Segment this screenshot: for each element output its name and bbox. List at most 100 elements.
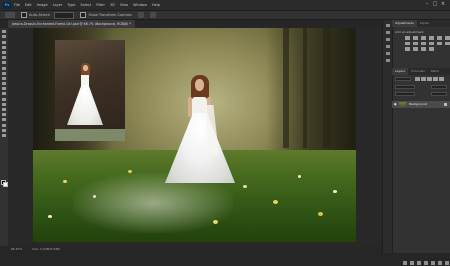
brightness-contrast-icon[interactable] (405, 36, 410, 40)
swatches-icon[interactable] (385, 59, 390, 62)
layer-style-icon[interactable] (410, 260, 414, 265)
tab-layers[interactable]: Layers (392, 68, 408, 75)
menu-window[interactable]: Window (133, 3, 147, 7)
filter-smart-icon[interactable] (439, 77, 444, 81)
transform-controls-label: Show Transform Controls (88, 13, 132, 17)
marquee-tool-icon[interactable] (2, 35, 6, 39)
menu-filter[interactable]: Filter (96, 3, 105, 7)
healing-brush-tool-icon[interactable] (2, 61, 6, 65)
right-panels: Adjustments Styles Add an adjustment Lay… (382, 20, 450, 265)
clone-stamp-tool-icon[interactable] (2, 71, 6, 75)
tree-trunk (323, 28, 331, 148)
menu-type[interactable]: Type (67, 3, 75, 7)
invert-icon[interactable] (445, 41, 450, 45)
photo-filter-icon[interactable] (421, 41, 426, 45)
zoom-level[interactable]: 66.67% (11, 247, 22, 251)
tab-adjustments[interactable]: Adjustments (392, 20, 417, 27)
vibrance-icon[interactable] (437, 36, 442, 40)
levels-icon[interactable] (413, 36, 418, 40)
menu-help[interactable]: Help (152, 3, 160, 7)
properties-icon[interactable] (385, 31, 390, 34)
fill-field[interactable] (431, 92, 447, 96)
lasso-tool-icon[interactable] (2, 40, 6, 44)
new-adjustment-icon[interactable] (424, 260, 428, 265)
image-canvas[interactable] (33, 28, 356, 242)
curves-icon[interactable] (421, 36, 426, 40)
delete-layer-icon[interactable] (445, 260, 449, 265)
shape-tool-icon[interactable] (2, 118, 6, 122)
path-select-tool-icon[interactable] (2, 113, 6, 117)
color-balance-icon[interactable] (405, 41, 410, 45)
more-tools-icon[interactable] (2, 133, 6, 137)
zoom-tool-icon[interactable] (2, 128, 6, 132)
auto-select-dropdown[interactable] (54, 11, 75, 19)
gradient-tool-icon[interactable] (2, 87, 6, 91)
pen-tool-icon[interactable] (2, 102, 6, 106)
menu-edit[interactable]: Edit (25, 3, 32, 7)
brush-tool-icon[interactable] (2, 66, 6, 70)
blur-tool-icon[interactable] (2, 92, 6, 96)
auto-select-checkbox[interactable] (21, 12, 27, 18)
minimize-icon[interactable]: – (424, 1, 430, 8)
posterize-icon[interactable] (405, 47, 410, 51)
doc-size: Doc: 5.93M/5.93M (32, 247, 60, 251)
layer-thumbnail (399, 102, 406, 107)
exposure-icon[interactable] (429, 36, 434, 40)
hand-tool-icon[interactable] (2, 123, 6, 127)
tab-styles[interactable]: Styles (417, 20, 432, 27)
filter-shape-icon[interactable] (433, 77, 438, 81)
character-icon[interactable] (385, 38, 390, 41)
channel-mixer-icon[interactable] (429, 41, 434, 45)
filter-pixel-icon[interactable] (415, 77, 420, 81)
move-tool-preset-icon[interactable] (5, 12, 15, 18)
paragraph-icon[interactable] (385, 45, 390, 48)
threshold-icon[interactable] (413, 47, 418, 51)
layer-filter-dropdown[interactable] (395, 77, 411, 81)
tab-paths[interactable]: Paths (428, 68, 442, 75)
history-icon[interactable] (385, 24, 390, 27)
link-layers-icon[interactable] (403, 260, 407, 265)
filter-type-icon[interactable] (427, 77, 432, 81)
menu-select[interactable]: Select (80, 3, 91, 7)
layers-tab-strip: Layers Channels Paths (392, 68, 450, 75)
menu-view[interactable]: View (120, 3, 128, 7)
menu-file[interactable]: File (14, 3, 20, 7)
reference-photo-layer[interactable] (55, 40, 125, 141)
opacity-field[interactable] (431, 85, 447, 89)
menu-image[interactable]: Image (37, 3, 48, 7)
menu-layer[interactable]: Layer (53, 3, 63, 7)
quick-select-tool-icon[interactable] (2, 45, 6, 49)
move-tool-icon[interactable] (2, 30, 6, 34)
brush-settings-icon[interactable] (385, 52, 390, 55)
filter-adjustment-icon[interactable] (421, 77, 426, 81)
color-lookup-icon[interactable] (437, 41, 442, 45)
layer-row-background[interactable]: ● Background (392, 101, 450, 108)
document-workspace (8, 28, 382, 246)
blend-mode-dropdown[interactable] (395, 85, 415, 89)
menu-bar: Ps File Edit Image Layer Type Select Fil… (0, 0, 450, 10)
new-layer-icon[interactable] (438, 260, 442, 265)
transform-controls-checkbox[interactable] (80, 12, 87, 18)
dodge-tool-icon[interactable] (2, 97, 6, 101)
black-white-icon[interactable] (413, 41, 418, 45)
document-tab[interactable]: Jessica-Drossin-Enchanted-Forest-Girl.ps… (8, 20, 135, 28)
eyedropper-tool-icon[interactable] (2, 56, 6, 60)
lock-controls[interactable] (395, 92, 415, 96)
close-icon[interactable]: × (440, 1, 446, 8)
distribute-button[interactable] (150, 12, 156, 18)
history-brush-tool-icon[interactable] (2, 76, 6, 80)
new-group-icon[interactable] (431, 260, 435, 265)
crop-tool-icon[interactable] (2, 50, 6, 54)
menu-3d[interactable]: 3D (110, 3, 115, 7)
align-button[interactable] (138, 12, 144, 18)
type-tool-icon[interactable] (2, 108, 6, 111)
visibility-eye-icon[interactable]: ● (394, 102, 397, 106)
tab-channels[interactable]: Channels (408, 68, 428, 75)
eraser-tool-icon[interactable] (2, 82, 6, 86)
add-mask-icon[interactable] (417, 260, 421, 265)
selective-color-icon[interactable] (429, 47, 434, 51)
maximize-icon[interactable]: □ (432, 1, 438, 8)
hue-saturation-icon[interactable] (445, 36, 450, 40)
gradient-map-icon[interactable] (421, 47, 426, 51)
tree-trunk (303, 28, 307, 148)
